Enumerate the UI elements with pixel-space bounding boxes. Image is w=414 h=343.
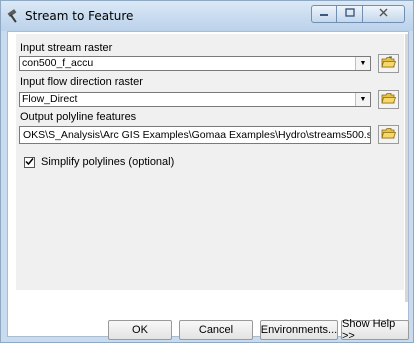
window-controls [311, 5, 405, 23]
input-stream-raster-select[interactable]: con500_f_accu ▼ [19, 56, 371, 71]
simplify-polylines-checkbox[interactable] [24, 156, 35, 168]
chevron-down-icon[interactable]: ▼ [355, 93, 370, 106]
input-flow-direction-label: Input flow direction raster [20, 76, 143, 88]
input-flow-direction-value: Flow_Direct [22, 93, 78, 105]
dialog-body: Input stream raster con500_f_accu ▼ Inpu… [7, 31, 410, 342]
checkmark-icon [25, 157, 34, 168]
environments-button[interactable]: Environments... [260, 320, 338, 340]
browse-stream-raster-button[interactable] [378, 54, 399, 73]
window-title: Stream to Feature [25, 9, 134, 23]
simplify-polylines-label: Simplify polylines (optional) [41, 156, 175, 168]
dialog-button-bar: OK Cancel Environments... Show Help >> [8, 318, 410, 342]
output-polyline-label: Output polyline features [20, 111, 137, 123]
simplify-polylines-option[interactable]: Simplify polylines (optional) [24, 156, 174, 168]
browse-flow-direction-button[interactable] [378, 90, 399, 109]
open-folder-icon [381, 92, 397, 108]
minimize-button[interactable] [311, 5, 337, 23]
cancel-button[interactable]: Cancel [179, 320, 253, 340]
maximize-icon [344, 8, 355, 20]
output-polyline-input[interactable]: OKS\S_Analysis\Arc GIS Examples\Gomaa Ex… [19, 126, 371, 144]
tool-dialog-window: Stream to Feature Input stream raster co… [0, 0, 414, 343]
browse-output-button[interactable] [378, 125, 399, 144]
input-flow-direction-select[interactable]: Flow_Direct ▼ [19, 92, 371, 107]
show-help-button[interactable]: Show Help >> [341, 318, 409, 342]
hammer-icon [7, 9, 21, 23]
open-folder-icon [381, 56, 397, 72]
open-folder-icon [381, 127, 397, 143]
title-bar[interactable]: Stream to Feature [1, 1, 413, 31]
minimize-icon [319, 9, 329, 20]
input-stream-raster-value: con500_f_accu [22, 57, 94, 69]
chevron-down-icon[interactable]: ▼ [355, 57, 370, 70]
input-stream-raster-label: Input stream raster [20, 42, 113, 54]
ok-button[interactable]: OK [108, 320, 172, 340]
scrollbar[interactable] [405, 34, 408, 302]
close-button[interactable] [363, 5, 405, 23]
maximize-button[interactable] [337, 5, 363, 23]
close-icon [379, 8, 388, 20]
parameters-panel: Input stream raster con500_f_accu ▼ Inpu… [16, 34, 404, 290]
